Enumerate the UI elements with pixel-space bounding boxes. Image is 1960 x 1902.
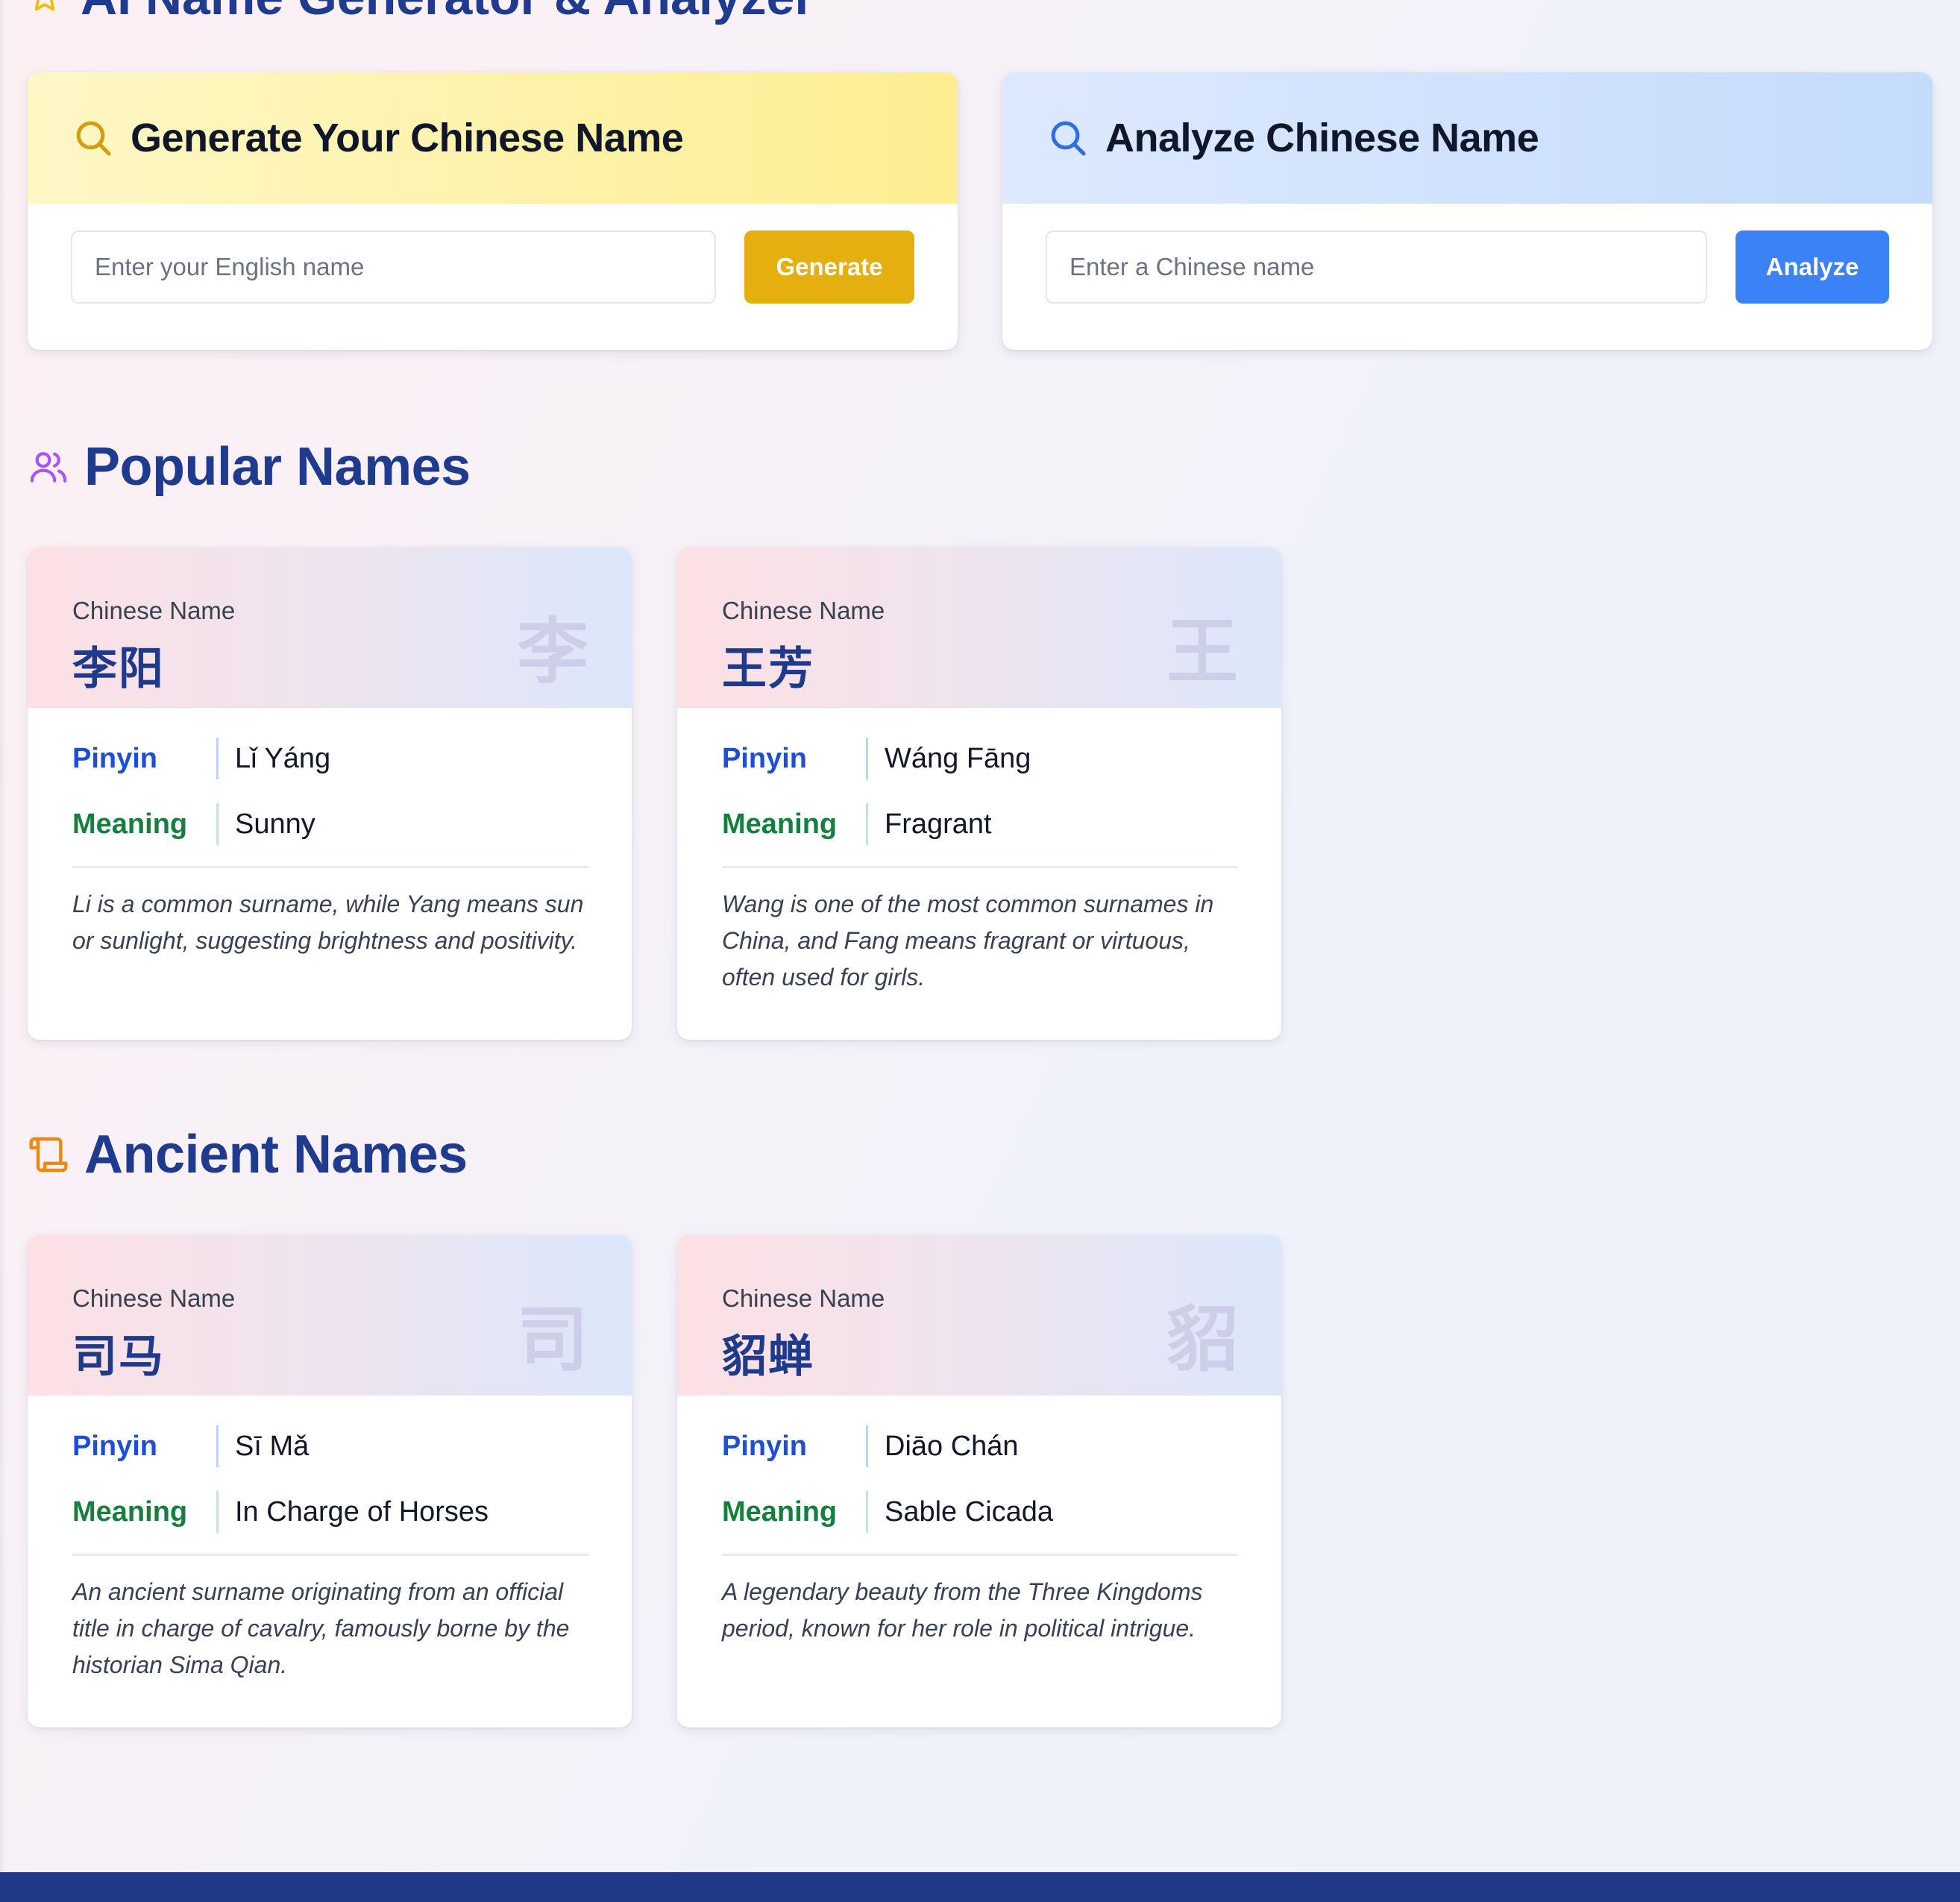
divider bbox=[722, 866, 1238, 868]
analyzer-form: Analyze bbox=[1002, 204, 1932, 304]
surname-watermark: 李 bbox=[517, 610, 588, 694]
meaning-value: Sable Cicada bbox=[885, 1495, 1054, 1528]
meaning-value: Sunny bbox=[235, 808, 315, 840]
meaning-label: Meaning bbox=[72, 1491, 219, 1533]
generator-title: Generate Your Chinese Name bbox=[131, 116, 684, 160]
meaning-row: Meaning Fragrant bbox=[722, 803, 1238, 845]
name-description: An ancient surname originating from an o… bbox=[72, 1578, 570, 1678]
name-description: Wang is one of the most common surnames … bbox=[722, 891, 1214, 991]
users-icon bbox=[28, 446, 69, 488]
name-description: Li is a common surname, while Yang means… bbox=[72, 891, 584, 954]
pinyin-label: Pinyin bbox=[72, 1425, 219, 1467]
card-header: Chinese Name 李阳 李 bbox=[28, 547, 632, 708]
generator-card: Generate Your Chinese Name Generate bbox=[28, 72, 958, 350]
card-details: Pinyin Lǐ Yáng Meaning Sunny Li is a com… bbox=[28, 708, 632, 959]
name-card[interactable]: Chinese Name 司马 司 Pinyin Sī Mǎ Meaning I… bbox=[28, 1235, 632, 1727]
card-details: Pinyin Wáng Fāng Meaning Fragrant Wang i… bbox=[677, 708, 1281, 996]
generator-header: Generate Your Chinese Name bbox=[28, 72, 958, 204]
name-card[interactable]: Chinese Name 李阳 李 Pinyin Lǐ Yáng Meaning… bbox=[28, 547, 632, 1040]
pinyin-value: Sī Mǎ bbox=[235, 1430, 310, 1462]
card-header: Chinese Name 貂蝉 貂 bbox=[677, 1235, 1281, 1396]
footer-bar bbox=[0, 1872, 1960, 1902]
surname-watermark: 貂 bbox=[1166, 1298, 1238, 1381]
pinyin-value: Wáng Fāng bbox=[885, 742, 1031, 774]
name-card[interactable]: Chinese Name 貂蝉 貂 Pinyin Diāo Chán Meani… bbox=[677, 1235, 1281, 1727]
divider bbox=[722, 1554, 1238, 1556]
analyzer-card: Analyze Chinese Name Analyze bbox=[1002, 72, 1932, 350]
meaning-label: Meaning bbox=[72, 803, 219, 845]
meaning-label: Meaning bbox=[722, 1491, 868, 1533]
ancient-names-heading: Ancient Names bbox=[28, 1124, 468, 1185]
chinese-name-input[interactable] bbox=[1046, 230, 1707, 304]
card-header: Chinese Name 王芳 王 bbox=[677, 547, 1281, 708]
english-name-input[interactable] bbox=[71, 230, 716, 304]
popular-names-heading: Popular Names bbox=[28, 436, 471, 498]
surname-watermark: 司 bbox=[517, 1298, 588, 1381]
surname-watermark: 王 bbox=[1166, 610, 1238, 694]
divider bbox=[72, 866, 588, 868]
analyzer-header: Analyze Chinese Name bbox=[1002, 72, 1932, 204]
meaning-value: Fragrant bbox=[885, 808, 992, 840]
search-icon bbox=[1047, 117, 1089, 159]
page-header: AI Name Generator & Analyzer bbox=[28, 0, 814, 25]
pinyin-value: Diāo Chán bbox=[885, 1430, 1019, 1462]
generator-form: Generate bbox=[28, 204, 958, 304]
card-details: Pinyin Sī Mǎ Meaning In Charge of Horses… bbox=[28, 1396, 632, 1683]
pinyin-label: Pinyin bbox=[722, 1425, 868, 1467]
page-edge-shadow bbox=[0, 0, 6, 1902]
name-card[interactable]: Chinese Name 王芳 王 Pinyin Wáng Fāng Meani… bbox=[677, 547, 1281, 1040]
card-details: Pinyin Diāo Chán Meaning Sable Cicada A … bbox=[677, 1396, 1281, 1647]
card-header: Chinese Name 司马 司 bbox=[28, 1235, 632, 1396]
star-icon bbox=[28, 0, 61, 13]
meaning-value: In Charge of Horses bbox=[235, 1495, 489, 1528]
analyze-button[interactable]: Analyze bbox=[1736, 230, 1889, 304]
generate-button[interactable]: Generate bbox=[744, 230, 914, 304]
scroll-icon bbox=[28, 1134, 69, 1176]
search-icon bbox=[72, 117, 114, 159]
pinyin-row: Pinyin Sī Mǎ bbox=[72, 1425, 588, 1467]
name-description: A legendary beauty from the Three Kingdo… bbox=[722, 1578, 1203, 1642]
meaning-row: Meaning In Charge of Horses bbox=[72, 1491, 588, 1533]
meaning-row: Meaning Sable Cicada bbox=[722, 1491, 1238, 1533]
pinyin-label: Pinyin bbox=[722, 738, 868, 779]
pinyin-row: Pinyin Lǐ Yáng bbox=[72, 738, 588, 779]
meaning-label: Meaning bbox=[722, 803, 868, 845]
popular-names-title: Popular Names bbox=[84, 437, 471, 497]
pinyin-row: Pinyin Diāo Chán bbox=[722, 1425, 1238, 1467]
meaning-row: Meaning Sunny bbox=[72, 803, 588, 845]
divider bbox=[72, 1554, 588, 1556]
ancient-names-title: Ancient Names bbox=[84, 1125, 468, 1184]
analyzer-title: Analyze Chinese Name bbox=[1105, 116, 1539, 160]
pinyin-value: Lǐ Yáng bbox=[235, 742, 331, 774]
pinyin-label: Pinyin bbox=[72, 738, 219, 779]
pinyin-row: Pinyin Wáng Fāng bbox=[722, 738, 1238, 779]
page-title: AI Name Generator & Analyzer bbox=[81, 0, 814, 26]
